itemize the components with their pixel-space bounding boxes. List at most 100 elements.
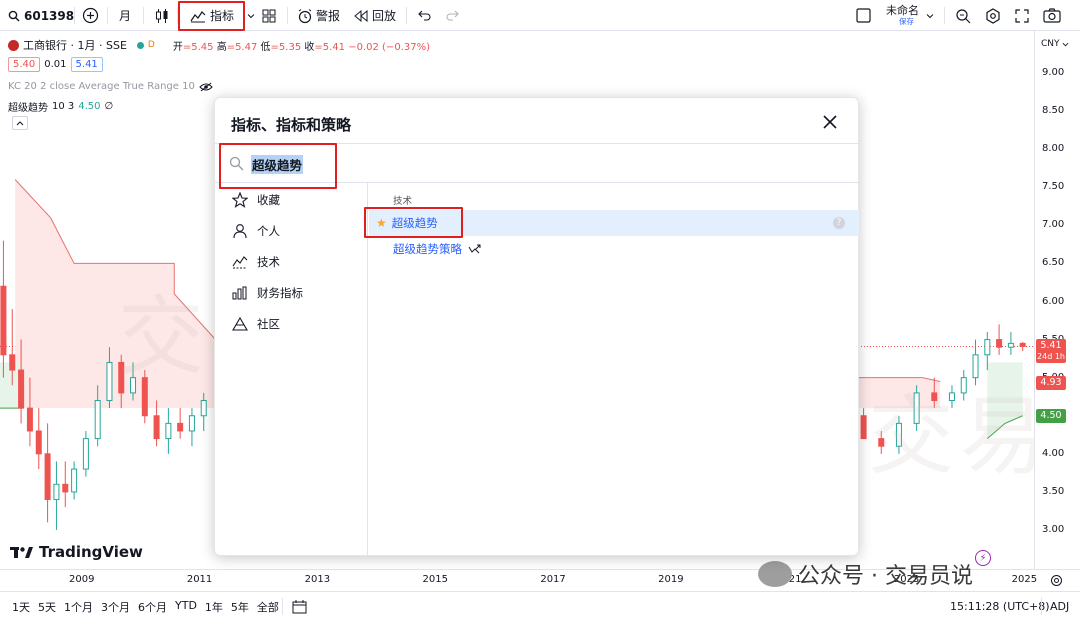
st-value: 4.50 <box>78 101 101 112</box>
settings-button[interactable] <box>985 0 1001 31</box>
currency-selector[interactable]: CNY <box>1041 39 1069 49</box>
divider <box>287 7 288 24</box>
candle-body <box>18 369 25 409</box>
layout-toggle[interactable] <box>856 0 871 31</box>
range-button[interactable]: 5天 <box>38 599 56 615</box>
snapshot-button[interactable] <box>1043 0 1061 31</box>
range-button[interactable]: 5年 <box>231 599 249 615</box>
symbol-search[interactable]: 601398 <box>8 0 74 31</box>
time-tick: 2011 <box>186 574 213 585</box>
range-button[interactable]: 1个月 <box>64 599 93 615</box>
supertrend-legend[interactable]: 超级趋势 10 3 4.50 ∅ <box>8 99 113 114</box>
chevron-down-icon <box>926 13 934 18</box>
candle-body <box>860 415 867 440</box>
bid-price[interactable]: 5.40 <box>8 57 41 72</box>
category-technical[interactable]: 技术 <box>232 254 280 270</box>
interval-button[interactable]: 月 <box>119 0 131 31</box>
bottom-bar: 1天 5天 1个月 3个月 6个月 YTD 1年 5年 全部 15:11:28 (UTC+8) … <box>0 591 1080 620</box>
candle-body <box>130 377 137 394</box>
supertrend-upper-tag: 4.93 <box>1036 376 1066 390</box>
search-icon <box>8 10 20 21</box>
result-item-supertrend-strategy[interactable]: 超级趋势策略 <box>369 236 859 262</box>
candle-body <box>118 361 125 394</box>
range-button[interactable]: 1天 <box>12 599 30 615</box>
time-axis[interactable]: 2009 2011 2013 2015 2017 2019 2021 2023 2025 <box>0 569 1080 591</box>
candle-body <box>141 377 148 417</box>
results-section-header: 技术 <box>393 196 413 207</box>
time-tick: 2009 <box>69 574 95 585</box>
range-button[interactable]: 3个月 <box>101 599 130 615</box>
candle-body <box>82 438 89 470</box>
price-tick: 7.00 <box>1042 219 1065 231</box>
date-range-icon[interactable] <box>292 599 307 614</box>
st-extra: ∅ <box>104 101 114 112</box>
ask-price[interactable]: 5.41 <box>70 57 103 72</box>
candle-body <box>948 392 955 402</box>
candle-body <box>895 422 902 447</box>
st-indicator-name: 超级趋势 <box>8 103 48 114</box>
plus-circle-icon <box>82 7 99 24</box>
indicators-button[interactable]: 指标 <box>190 0 234 31</box>
redo-button[interactable] <box>446 0 459 31</box>
redo-icon <box>446 10 459 21</box>
clock[interactable]: 15:11:28 (UTC+8) <box>950 600 1050 613</box>
category-personal[interactable]: 个人 <box>232 223 280 239</box>
price-tick: 6.50 <box>1042 257 1065 269</box>
alerts-button[interactable]: 警报 <box>297 0 340 31</box>
category-favorites[interactable]: 收藏 <box>232 192 280 208</box>
tradingview-logo[interactable]: TradingView <box>10 543 143 561</box>
chevron-down-icon <box>1062 42 1068 46</box>
camera-icon <box>1043 8 1061 23</box>
candle-body <box>931 392 938 402</box>
symbol-label: 601398 <box>24 8 75 23</box>
legend-title[interactable]: 工商银行 · 1月 · SSE <box>23 37 127 53</box>
adj-toggle[interactable]: ADJ <box>1050 600 1069 613</box>
price-axis[interactable]: CNY 9.008.508.007.507.006.506.005.505.00… <box>1034 31 1080 569</box>
candle-body <box>106 361 113 402</box>
undo-button[interactable] <box>418 0 431 31</box>
bar-chart-icon <box>232 286 247 300</box>
result-label: 超级趋势策略 <box>393 242 462 256</box>
interval-label: 月 <box>119 9 132 23</box>
spread-value: 0.01 <box>44 59 67 70</box>
candle-body <box>177 422 184 432</box>
layout-dropdown[interactable] <box>926 0 934 31</box>
market-open-dot <box>136 41 144 49</box>
range-button[interactable]: 1年 <box>205 599 223 615</box>
layout-name-button[interactable]: 未命名 保存 <box>886 0 919 31</box>
candle-body <box>26 407 33 432</box>
result-label: 超级趋势 <box>391 216 438 230</box>
fullscreen-button[interactable] <box>1015 0 1029 31</box>
search-input[interactable]: 超级趋势 <box>251 155 304 174</box>
time-tick: 2013 <box>304 574 331 585</box>
quote-row: 5.40 0.01 5.41 <box>8 57 103 72</box>
category-community[interactable]: 社区 <box>232 316 280 332</box>
price-tick: 9.00 <box>1042 67 1065 78</box>
compare-button[interactable] <box>82 0 99 31</box>
category-financials[interactable]: 财务指标 <box>232 285 303 301</box>
chart-type-button[interactable] <box>155 0 169 31</box>
kc-indicator-legend[interactable]: KC 20 2 close Average True Range 10 <box>8 81 213 92</box>
candle-body <box>0 285 7 356</box>
price-tick: 6.00 <box>1042 295 1065 307</box>
candle-body <box>62 483 69 493</box>
candle-body <box>53 483 60 501</box>
close-value: =5.41 <box>314 41 346 53</box>
range-button[interactable]: 6个月 <box>138 599 167 615</box>
range-button[interactable]: 全部 <box>257 599 279 615</box>
collapse-legend-button[interactable] <box>12 116 28 130</box>
info-icon[interactable]: ? <box>833 217 845 229</box>
favorite-star-icon[interactable]: ★ <box>376 216 387 230</box>
last-price-tag: 5.41 24d 1h <box>1036 339 1066 363</box>
chevron-down-icon <box>247 13 255 18</box>
close-button[interactable] <box>820 112 840 132</box>
lightning-icon[interactable]: ⚡ <box>975 550 991 566</box>
quick-search-button[interactable] <box>955 0 971 31</box>
category-label: 财务指标 <box>257 286 303 300</box>
result-item-supertrend[interactable]: ★ 超级趋势 ? <box>369 210 859 236</box>
replay-button[interactable]: 回放 <box>354 0 396 31</box>
range-button[interactable]: YTD <box>175 599 197 615</box>
indicators-dropdown[interactable] <box>247 0 255 31</box>
settings-circle-icon[interactable] <box>1050 574 1063 587</box>
templates-button[interactable] <box>262 0 276 31</box>
